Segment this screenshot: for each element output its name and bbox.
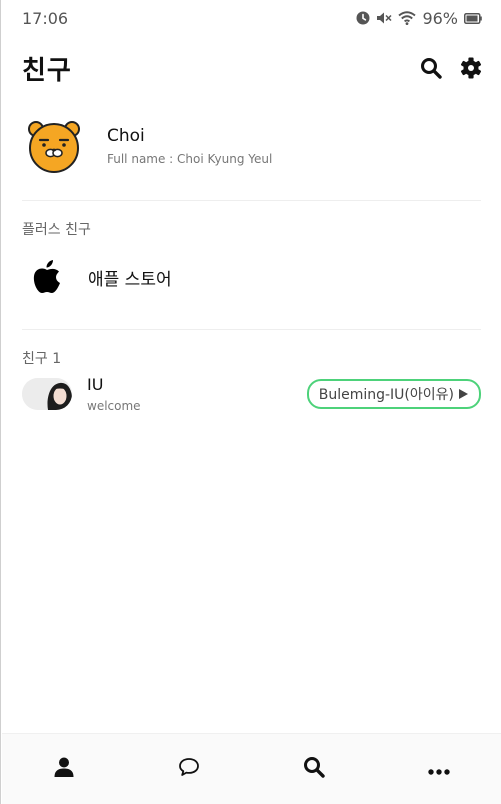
friend-item[interactable]: IU welcome Buleming-IU(아이유): [22, 372, 481, 416]
profile-name: Choi: [107, 126, 145, 146]
plus-friend-label: 애플 스토어: [88, 269, 172, 290]
friend-avatar: [22, 378, 72, 410]
alarm-icon: [356, 11, 370, 25]
nav-more[interactable]: [409, 749, 469, 789]
person-icon: [54, 757, 74, 781]
status-icons: 96%: [356, 9, 482, 28]
friend-name: IU: [87, 375, 104, 394]
more-dots-icon: [427, 760, 450, 779]
wifi-icon: [398, 11, 417, 25]
battery-percent: 96%: [422, 8, 458, 28]
play-icon: [459, 389, 468, 399]
search-icon: [303, 756, 325, 782]
apple-logo-icon: [22, 259, 72, 295]
music-profile-button[interactable]: Buleming-IU(아이유): [306, 379, 481, 409]
page-title: 친구: [22, 55, 72, 86]
my-profile[interactable]: Choi Full name : Choi Kyung Yeul: [22, 116, 481, 176]
divider: [22, 200, 481, 201]
music-title: Buleming-IU(아이유): [318, 387, 454, 403]
friend-status-message: welcome: [87, 399, 141, 413]
bottom-nav: [2, 733, 501, 804]
gear-icon[interactable]: [460, 57, 482, 79]
battery-icon: [464, 12, 482, 24]
search-icon[interactable]: [420, 57, 442, 79]
nav-search[interactable]: [284, 749, 344, 789]
chat-bubble-icon: [178, 757, 200, 781]
plus-friends-section-title: 플러스 친구: [22, 222, 91, 238]
friend-text: IU welcome: [87, 375, 141, 413]
status-time: 17:06: [22, 8, 69, 28]
plus-friend-item[interactable]: 애플 스토어: [22, 252, 481, 302]
nav-friends[interactable]: [34, 749, 94, 789]
divider: [22, 329, 481, 330]
status-bar: 17:06 96%: [1, 0, 501, 36]
ryan-character-icon: [28, 121, 80, 173]
app-header: 친구: [1, 48, 501, 88]
nav-chats[interactable]: [159, 749, 219, 789]
mute-icon: [376, 11, 392, 25]
profile-text: Choi Full name : Choi Kyung Yeul: [107, 126, 272, 166]
friends-section-title: 친구 1: [22, 351, 62, 367]
header-actions: [420, 57, 482, 79]
profile-full-name: Full name : Choi Kyung Yeul: [107, 152, 273, 166]
avatar: [22, 116, 86, 176]
